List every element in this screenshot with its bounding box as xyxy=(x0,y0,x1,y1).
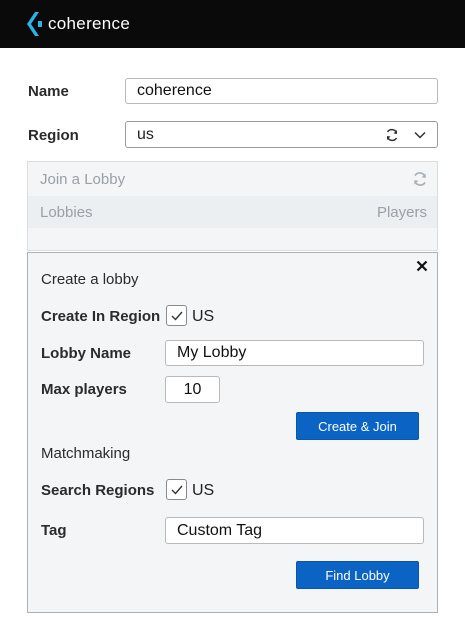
lobby-name-label: Lobby Name xyxy=(41,345,132,362)
max-players-value: 10 xyxy=(183,380,202,398)
lobbies-column-header: Lobbies xyxy=(40,204,93,221)
create-join-button[interactable]: Create & Join xyxy=(296,412,419,440)
title-bar: coherence xyxy=(0,0,465,48)
region-select[interactable]: us xyxy=(125,121,438,148)
join-lobby-panel: Join a Lobby Lobbies Players xyxy=(27,161,438,251)
app-brand: coherence xyxy=(48,14,131,33)
join-refresh-icon[interactable] xyxy=(411,170,429,188)
coherence-logo-icon xyxy=(27,12,42,36)
create-lobby-title: Create a lobby xyxy=(41,271,139,288)
tag-value: Custom Tag xyxy=(177,521,263,539)
find-lobby-button[interactable]: Find Lobby xyxy=(296,561,419,589)
region-select-value: us xyxy=(137,125,154,143)
close-icon[interactable] xyxy=(413,257,431,275)
tag-input[interactable]: Custom Tag xyxy=(165,517,424,544)
players-column-header: Players xyxy=(376,204,427,221)
search-regions-label: Search Regions xyxy=(41,482,155,499)
max-players-label: Max players xyxy=(41,381,127,398)
search-region-option: US xyxy=(192,482,215,499)
search-region-checkbox[interactable] xyxy=(166,479,187,500)
tag-label: Tag xyxy=(41,522,67,539)
name-input[interactable]: coherence xyxy=(125,78,438,104)
create-region-checkbox[interactable] xyxy=(166,305,187,326)
checkmark-icon xyxy=(171,485,183,495)
checkmark-icon xyxy=(171,311,183,321)
region-label: Region xyxy=(28,127,79,144)
create-region-label: Create In Region xyxy=(41,308,161,325)
lobby-name-value: My Lobby xyxy=(177,344,247,361)
chevron-down-icon[interactable] xyxy=(409,124,431,146)
join-lobby-title: Join a Lobby xyxy=(40,171,126,188)
max-players-input[interactable]: 10 xyxy=(165,376,220,403)
matchmaking-title: Matchmaking xyxy=(41,445,131,462)
lobby-table-header: Lobbies Players xyxy=(28,196,437,228)
name-label: Name xyxy=(28,83,69,100)
create-region-option: US xyxy=(192,308,215,325)
create-lobby-dialog: Create a lobby Create In Region US Lobby… xyxy=(27,252,438,613)
lobby-name-input[interactable]: My Lobby xyxy=(165,340,424,366)
name-input-value: coherence xyxy=(137,82,212,99)
refresh-icon[interactable] xyxy=(381,124,403,146)
